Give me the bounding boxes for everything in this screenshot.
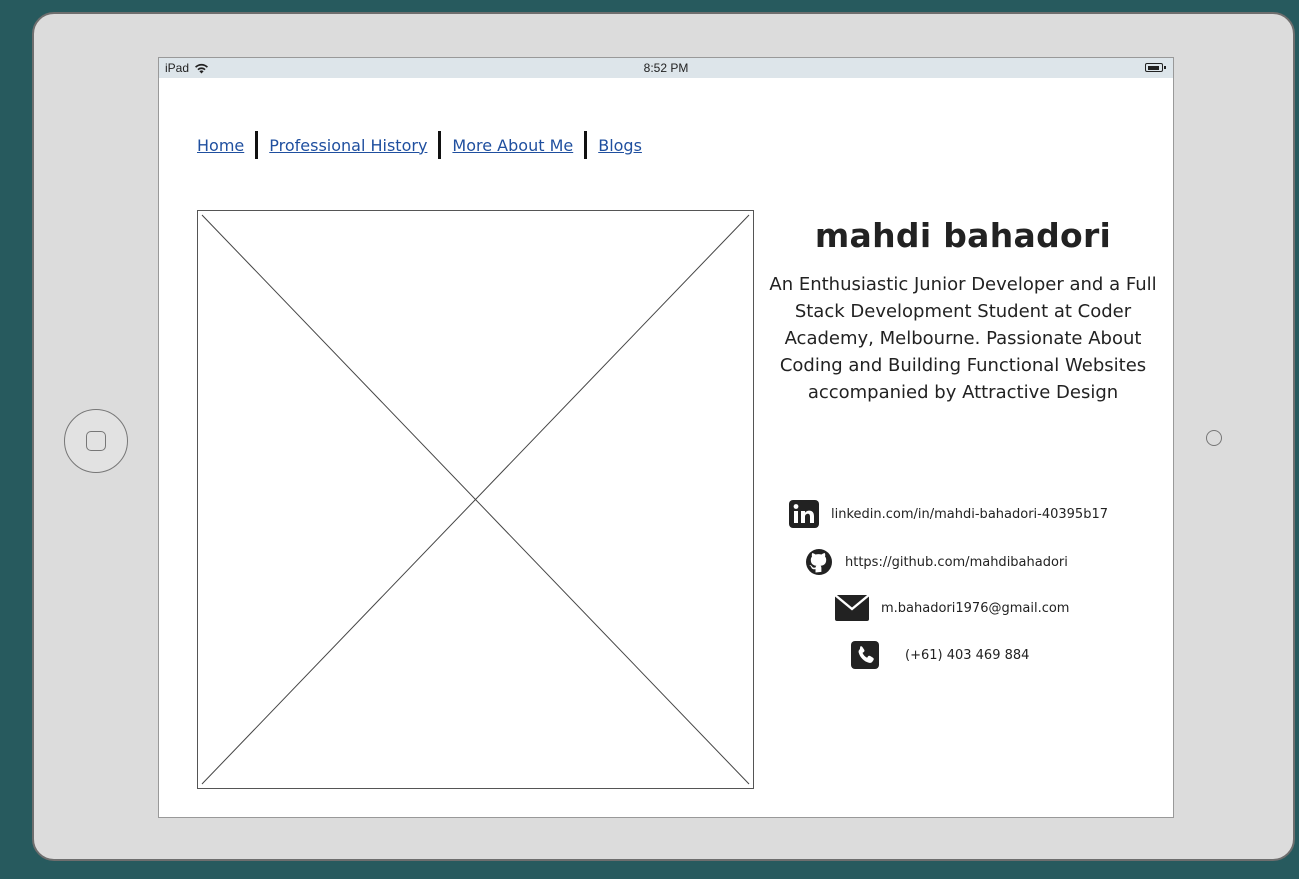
profile-section: mahdi bahadori An Enthusiastic Junior De… (759, 210, 1167, 406)
nav-professional-history-link[interactable]: Professional History (269, 136, 427, 155)
profile-image-placeholder (197, 210, 754, 789)
home-square-icon (86, 431, 106, 451)
nav-divider (584, 131, 588, 159)
nav-divider (438, 131, 442, 159)
main-nav: Home Professional History More About Me … (197, 131, 642, 159)
status-bar: iPad 8:52 PM (159, 58, 1173, 78)
email-link[interactable]: m.bahadori1976@gmail.com (881, 601, 1069, 616)
home-hardware-button[interactable] (64, 409, 128, 473)
linkedin-icon (789, 500, 819, 528)
contact-linkedin[interactable]: linkedin.com/in/mahdi-bahadori-40395b17 (789, 499, 1108, 529)
contact-email[interactable]: m.bahadori1976@gmail.com (835, 593, 1069, 623)
linkedin-link[interactable]: linkedin.com/in/mahdi-bahadori-40395b17 (831, 507, 1108, 522)
camera-icon (1206, 430, 1222, 446)
phone-link[interactable]: (+61) 403 469 884 (905, 648, 1029, 663)
contact-github[interactable]: https://github.com/mahdibahadori (805, 547, 1068, 577)
github-link[interactable]: https://github.com/mahdibahadori (845, 555, 1068, 570)
phone-icon (851, 641, 879, 669)
github-icon (805, 548, 833, 576)
image-placeholder-icon (201, 214, 750, 785)
battery-icon (1145, 63, 1166, 72)
contact-phone[interactable]: (+61) 403 469 884 (851, 640, 1029, 670)
profile-name: mahdi bahadori (814, 216, 1112, 255)
nav-home-link[interactable]: Home (197, 136, 244, 155)
ipad-screen: iPad 8:52 PM Home Professional History M… (158, 57, 1174, 818)
nav-blogs-link[interactable]: Blogs (598, 136, 642, 155)
nav-divider (255, 131, 259, 159)
nav-more-about-me-link[interactable]: More About Me (452, 136, 573, 155)
status-time: 8:52 PM (643, 61, 689, 75)
envelope-icon (835, 595, 869, 621)
profile-bio: An Enthusiastic Junior Developer and a F… (769, 274, 1157, 403)
